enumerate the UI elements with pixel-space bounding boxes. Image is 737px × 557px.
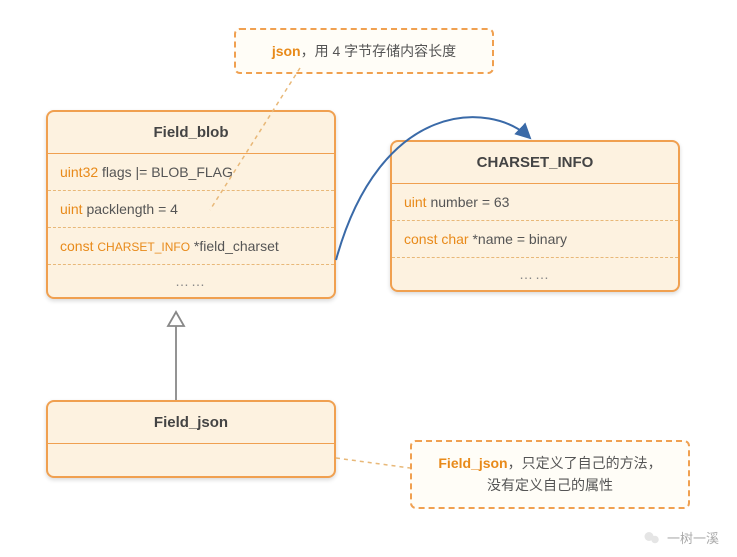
field-json-ellipsis <box>48 443 334 476</box>
callout-bottom-highlight: Field_json <box>438 455 507 471</box>
connector-callout-bottom <box>336 458 410 468</box>
watermark-text: 一树一溪 <box>667 528 719 547</box>
callout-top-highlight: json <box>272 43 301 59</box>
wechat-icon <box>643 529 661 547</box>
field-blob-ellipsis: …… <box>48 265 334 297</box>
field-blob-row-flags: uint32 flags |= BLOB_FLAG <box>48 154 334 191</box>
charset-info-row-number: uint number = 63 <box>392 184 678 221</box>
charset-info-row-name: const char *name = binary <box>392 221 678 258</box>
field-blob-row-charset: const CHARSET_INFO *field_charset <box>48 228 334 265</box>
callout-json-bytes: json，用 4 字节存储内容长度 <box>234 28 494 74</box>
class-charset-info: CHARSET_INFO uint number = 63 const char… <box>390 140 680 292</box>
callout-top-text: ，用 4 字节存储内容长度 <box>301 43 457 59</box>
callout-field-json: Field_json，只定义了自己的方法， 没有定义自己的属性 <box>410 440 690 509</box>
class-field-json: Field_json <box>46 400 336 478</box>
field-blob-title: Field_blob <box>48 112 334 154</box>
callout-bottom-line1: ，只定义了自己的方法， <box>508 455 662 471</box>
field-json-title: Field_json <box>48 402 334 443</box>
charset-info-title: CHARSET_INFO <box>392 142 678 184</box>
field-blob-row-packlength: uint packlength = 4 <box>48 191 334 228</box>
watermark: 一树一溪 <box>643 528 719 547</box>
charset-info-ellipsis: …… <box>392 258 678 290</box>
class-field-blob: Field_blob uint32 flags |= BLOB_FLAG uin… <box>46 110 336 299</box>
inheritance-triangle-icon <box>168 312 184 326</box>
callout-bottom-line2: 没有定义自己的属性 <box>426 474 674 496</box>
